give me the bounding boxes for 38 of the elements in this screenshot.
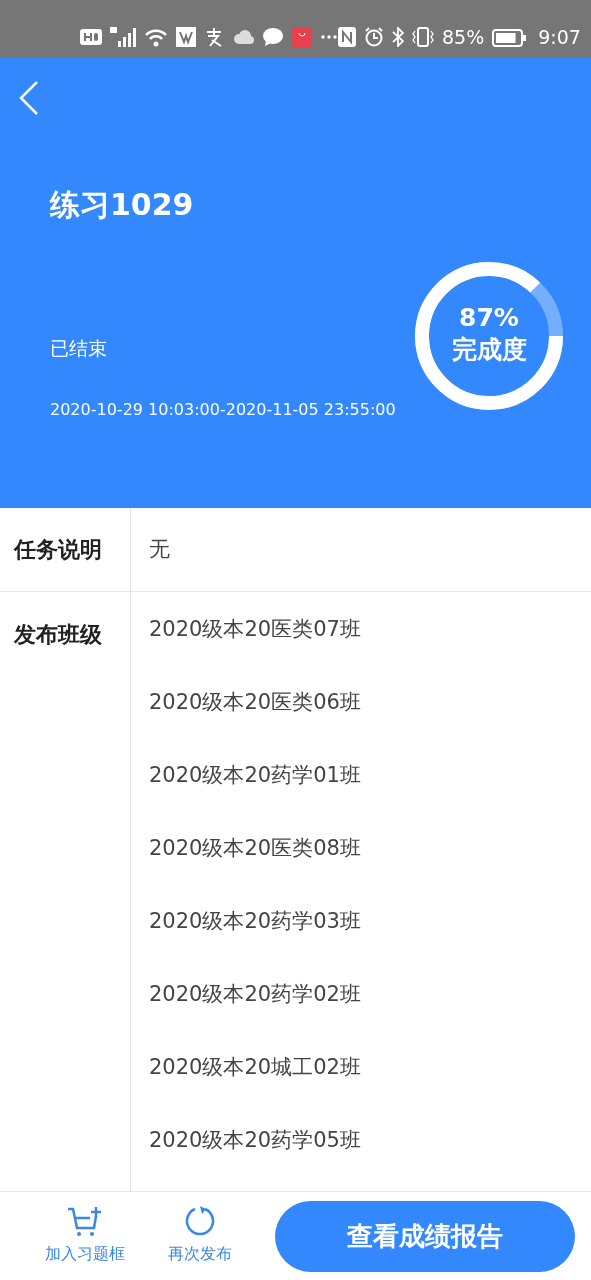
- time-range: 2020-10-29 10:03:00-2020-11-05 23:55:00: [50, 399, 396, 421]
- alarm-icon: [364, 27, 384, 47]
- vibrate-icon: [412, 27, 434, 47]
- class-name: 2020级本20医类08班: [149, 835, 362, 862]
- class-name: 2020级本20医类06班: [149, 689, 362, 716]
- action-button[interactable]: 加入习题框: [45, 1242, 125, 1266]
- cloud-icon: [232, 29, 254, 45]
- battery-percent: 85%: [442, 24, 485, 50]
- wifi-icon: [144, 27, 168, 47]
- battery-icon: [492, 29, 527, 48]
- translate-icon: [204, 27, 224, 47]
- hd-icon: [80, 28, 102, 46]
- more-icon: [320, 34, 338, 40]
- class-name: 2020级本20药学01班: [149, 762, 362, 789]
- field-label: 发布班级: [14, 622, 102, 647]
- field-label: 任务说明: [14, 536, 102, 564]
- class-name: 2020级本20药学05班: [149, 1127, 362, 1154]
- nfc-icon: [338, 27, 356, 47]
- class-name: 2020级本20城工02班: [149, 1054, 362, 1081]
- class-name: 2020级本20医类07班: [149, 616, 362, 643]
- view-report-button[interactable]: 查看成绩报告: [275, 1200, 575, 1272]
- cart-plus-icon: [66, 1206, 104, 1238]
- progress-label: 完成度: [451, 334, 527, 366]
- signal-icon: [110, 27, 136, 47]
- refresh-icon: [183, 1206, 217, 1238]
- document-app-icon: [176, 27, 196, 47]
- class-name: 2020级本20药学02班: [149, 981, 362, 1008]
- percent-value: 87%: [459, 303, 519, 331]
- clock-time: 9:07: [538, 24, 581, 50]
- shopping-bag-icon: [292, 27, 312, 47]
- action-button[interactable]: 再次发布: [168, 1242, 232, 1266]
- bluetooth-icon: [392, 27, 404, 47]
- back-button[interactable]: [18, 80, 40, 116]
- field-value: 无: [149, 535, 170, 563]
- chat-bubble-icon: [262, 27, 284, 47]
- exercise-title: 练习1029: [50, 186, 194, 224]
- status-text: 已结束: [50, 336, 107, 361]
- class-name: 2020级本20药学03班: [149, 908, 362, 935]
